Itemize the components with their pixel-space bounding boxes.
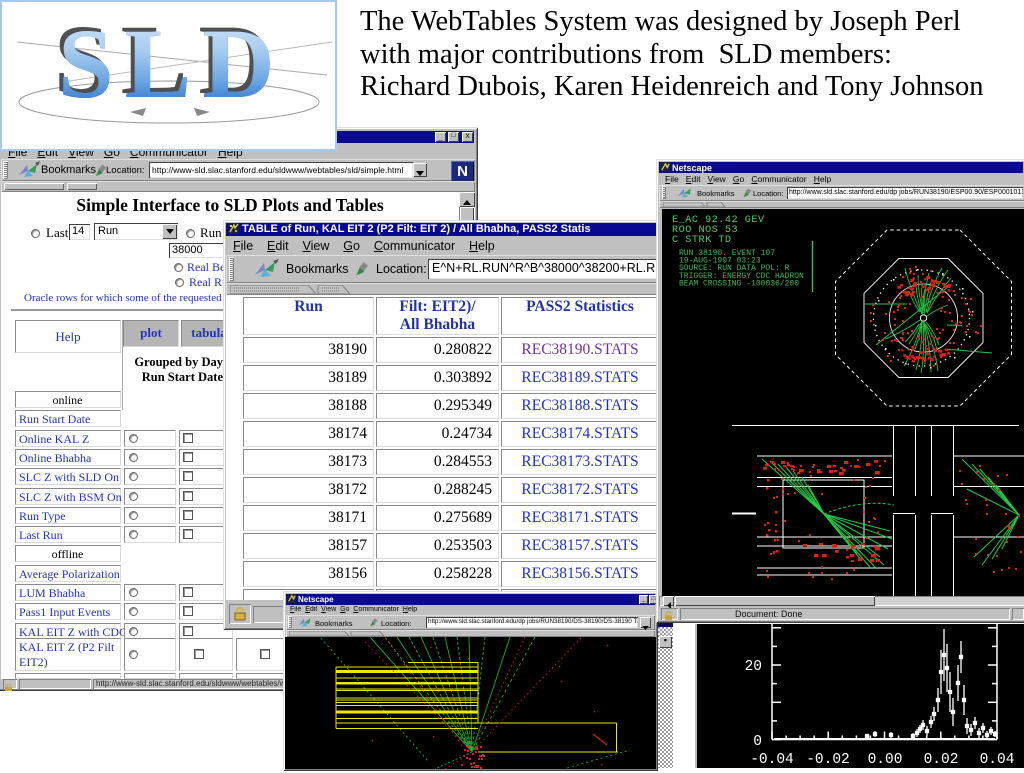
svg-text:20: 20 bbox=[745, 659, 762, 675]
svg-text:C STRK TD: C STRK TD bbox=[672, 235, 732, 246]
svg-text:0.00: 0.00 bbox=[868, 752, 903, 768]
svg-text:0.04: 0.04 bbox=[980, 752, 1015, 768]
svg-text:0.02: 0.02 bbox=[924, 752, 959, 768]
svg-text:-0.02: -0.02 bbox=[806, 752, 850, 768]
svg-text:-0.04: -0.04 bbox=[750, 752, 794, 768]
svg-text:0: 0 bbox=[753, 734, 762, 750]
svg-text:BEAM CROSSING -100036/200: BEAM CROSSING -100036/200 bbox=[679, 279, 799, 288]
